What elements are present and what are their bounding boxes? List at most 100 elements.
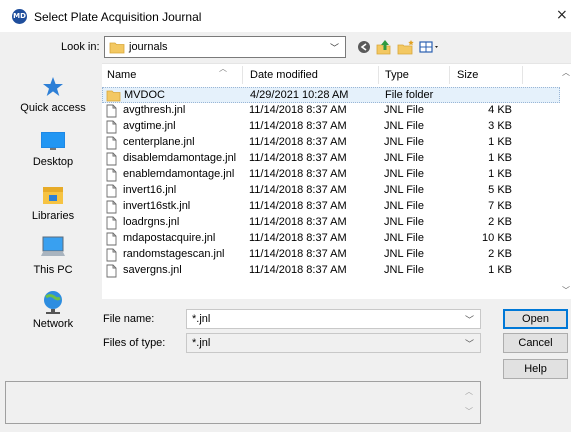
file-row[interactable]: disablemdamontage.jnl 11/14/2018 8:37 AM J… [102,151,560,167]
chevron-down-icon: ﹀ [329,44,339,54]
file-size: 3 KB [488,120,512,132]
file-date: 11/14/2018 8:37 AM [249,152,347,164]
file-type: JNL File [384,120,424,132]
file-type: JNL File [384,168,424,180]
file-icon [106,184,117,198]
view-menu-icon[interactable] [418,37,442,57]
scroll-up-icon: ︿ [465,387,473,396]
place-quick-access[interactable]: Quick access [8,76,98,114]
column-date-modified[interactable]: Date modified [250,69,318,81]
up-folder-icon[interactable] [374,37,394,57]
file-size: 5 KB [488,184,512,196]
file-list[interactable]: ︿ Name Date modified Type Size MVDOC 4/29… [102,63,571,299]
column-divider[interactable] [522,66,523,84]
file-row[interactable]: enablemdamontage.jnl 11/14/2018 8:37 AM JN… [102,167,560,183]
network-icon [44,291,62,314]
file-row[interactable]: mdapostacquire.jnl 11/14/2018 8:37 AM JNL … [102,231,560,247]
file-row[interactable]: savergns.jnl 11/14/2018 8:37 AM JNL File 1 … [102,263,560,279]
file-name: savergns.jnl [123,264,182,276]
file-icon [106,152,117,166]
file-icon [106,216,117,230]
place-libraries[interactable]: Libraries [8,184,98,222]
folder-icon [106,90,121,102]
file-row[interactable]: invert16.jnl 11/14/2018 8:37 AM JNL File 5 … [102,183,560,199]
look-in-dropdown[interactable]: journals ﹀ [104,36,346,58]
file-row[interactable]: loadrgns.jnl 11/14/2018 8:37 AM JNL File 2 … [102,215,560,231]
file-size: 2 KB [488,216,512,228]
folder-icon [109,42,125,54]
file-icon [106,200,117,214]
place-network[interactable]: Network [8,290,98,330]
file-icon [106,168,117,182]
file-icon [106,104,117,118]
file-date: 11/14/2018 8:37 AM [249,184,347,196]
scroll-down-icon[interactable]: ﹀ [562,285,570,296]
file-date: 11/14/2018 8:37 AM [249,168,347,180]
file-row[interactable]: avgtime.jnl 11/14/2018 8:37 AM JNL File 3 K… [102,119,560,135]
file-name: disablemdamontage.jnl [123,152,237,164]
file-date: 11/14/2018 8:37 AM [249,120,347,132]
window-title: Select Plate Acquisition Journal [34,10,202,24]
column-name[interactable]: Name [107,69,136,81]
back-icon[interactable] [355,37,373,57]
file-name: loadrgns.jnl [123,216,180,228]
place-label: This PC [33,264,73,276]
column-divider[interactable] [378,66,379,84]
chevron-down-icon: ﹀ [464,340,474,350]
file-icon [106,136,117,150]
file-size: 1 KB [488,168,512,180]
help-button[interactable]: Help [503,359,568,379]
file-size: 10 KB [482,232,512,244]
look-in-value: journals [129,41,168,53]
file-row[interactable]: MVDOC 4/29/2021 10:28 AM File folder [102,87,560,103]
scroll-up-icon[interactable]: ︿ [562,67,570,78]
file-name: mdapostacquire.jnl [123,232,216,244]
file-size: 7 KB [488,200,512,212]
cancel-button[interactable]: Cancel [503,333,568,353]
place-label: Libraries [31,210,75,222]
file-name: randomstagescan.jnl [123,248,225,260]
file-row[interactable]: centerplane.jnl 11/14/2018 8:37 AM JNL Fil… [102,135,560,151]
column-divider[interactable] [242,66,243,84]
file-size: 4 KB [488,104,512,116]
file-date: 11/14/2018 8:37 AM [249,216,347,228]
file-type: JNL File [384,248,424,260]
file-dialog: MD Select Plate Acquisition Journal × Lo… [0,0,571,432]
new-folder-icon[interactable] [396,37,416,57]
file-name-value: *.jnl [192,313,211,325]
app-icon: MD [12,9,27,24]
places-bar: Quick access Desktop Libraries This PC N… [8,64,98,344]
file-row[interactable]: invert16stk.jnl 11/14/2018 8:37 AM JNL Fil… [102,199,560,215]
close-icon[interactable]: × [556,7,568,23]
file-size: 1 KB [488,136,512,148]
files-of-type-dropdown[interactable]: *.jnl ﹀ [186,333,481,353]
place-desktop[interactable]: Desktop [8,130,98,168]
file-row[interactable]: randomstagescan.jnl 11/14/2018 8:37 AM JNL… [102,247,560,263]
libraries-icon [43,187,63,204]
sort-ascending-icon: ︿ [219,64,227,73]
computer-icon [41,236,65,256]
file-date: 11/14/2018 8:37 AM [249,264,347,276]
open-button[interactable]: Open [503,309,568,329]
file-type: JNL File [384,232,424,244]
file-date: 4/29/2021 10:28 AM [250,89,349,101]
file-name: enablemdamontage.jnl [123,168,235,180]
file-name-label: File name: [103,313,155,325]
file-type: JNL File [384,136,424,148]
file-list-scrollbar[interactable]: ︿ ﹀ [560,63,571,299]
look-in-label: Look in: [61,41,100,53]
chevron-down-icon[interactable]: ﹀ [465,313,474,326]
column-type[interactable]: Type [385,69,409,81]
file-type: JNL File [384,200,424,212]
file-icon [106,264,117,278]
column-divider[interactable] [449,66,450,84]
place-label: Network [32,318,74,330]
title-bar[interactable]: MD Select Plate Acquisition Journal × [0,0,571,32]
place-this-pc[interactable]: This PC [8,236,98,276]
column-size[interactable]: Size [457,69,478,81]
file-date: 11/14/2018 8:37 AM [249,136,347,148]
file-name-field[interactable]: *.jnl ﹀ [186,309,481,329]
file-date: 11/14/2018 8:37 AM [249,200,347,212]
file-row[interactable]: avgthresh.jnl 11/14/2018 8:37 AM JNL File 4… [102,103,560,119]
file-name: centerplane.jnl [123,136,195,148]
